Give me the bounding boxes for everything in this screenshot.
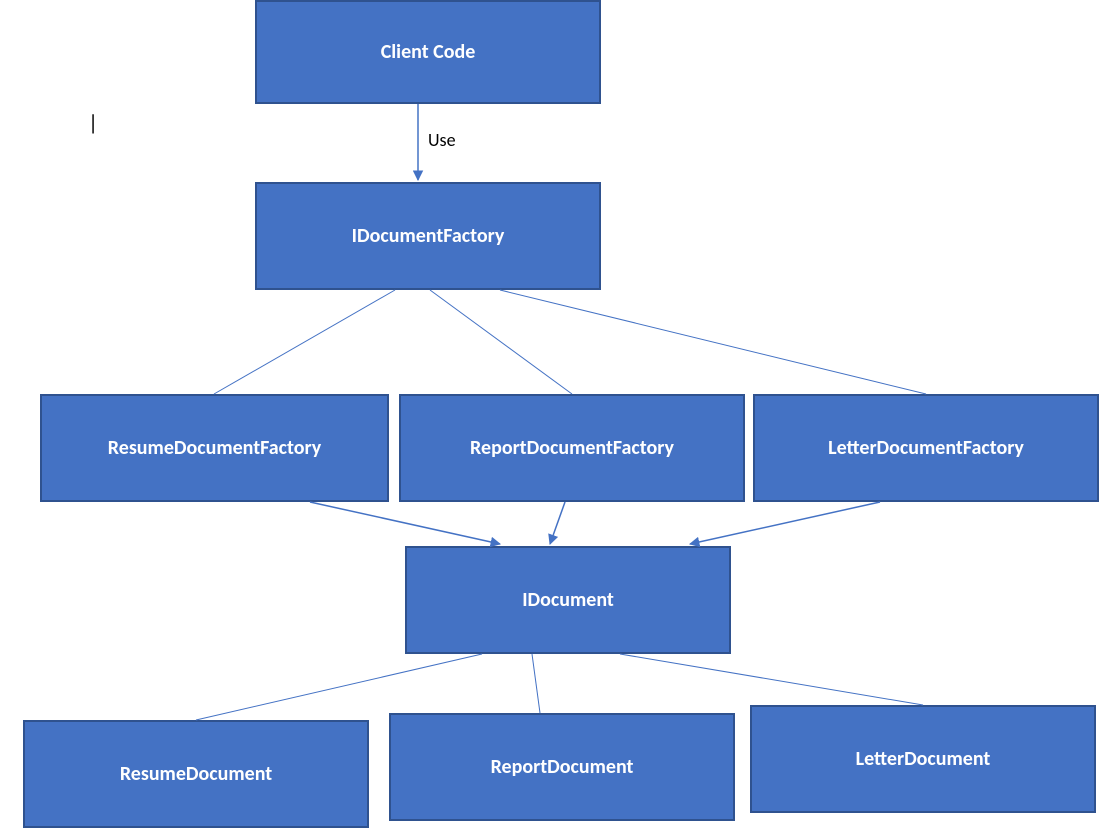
box-client-code: Client Code [255, 0, 601, 104]
connector-letter-factory-to-idoc [690, 502, 880, 544]
connector-idoc-to-resume [196, 654, 482, 720]
box-letter-document-label: LetterDocument [856, 747, 991, 771]
box-resume-doc-factory-label: ResumeDocumentFactory [108, 436, 321, 460]
connector-idoc-to-letter [620, 654, 923, 705]
box-report-doc-factory: ReportDocumentFactory [399, 394, 745, 502]
box-report-document: ReportDocument [389, 713, 735, 821]
box-letter-doc-factory-label: LetterDocumentFactory [828, 436, 1024, 460]
connector-factory-to-resume [214, 290, 395, 394]
text-cursor-mark: | [88, 109, 98, 136]
box-letter-document: LetterDocument [750, 705, 1096, 813]
connector-factory-to-report [430, 290, 572, 394]
box-idocument: IDocument [405, 546, 731, 654]
box-resume-doc-factory: ResumeDocumentFactory [40, 394, 389, 502]
box-idocument-factory: IDocumentFactory [255, 182, 601, 290]
box-idocument-label: IDocument [522, 588, 614, 612]
connector-report-factory-to-idoc [550, 502, 565, 544]
box-report-document-label: ReportDocument [491, 755, 634, 779]
box-client-code-label: Client Code [381, 40, 476, 64]
connector-resume-factory-to-idoc [310, 502, 500, 544]
box-idocument-factory-label: IDocumentFactory [352, 224, 505, 248]
box-report-doc-factory-label: ReportDocumentFactory [470, 436, 674, 460]
box-resume-document: ResumeDocument [23, 720, 369, 828]
box-resume-document-label: ResumeDocument [120, 762, 272, 786]
box-letter-doc-factory: LetterDocumentFactory [753, 394, 1099, 502]
connector-idoc-to-report [532, 654, 540, 713]
edge-label-use: Use [428, 129, 456, 151]
connector-factory-to-letter [500, 290, 926, 394]
